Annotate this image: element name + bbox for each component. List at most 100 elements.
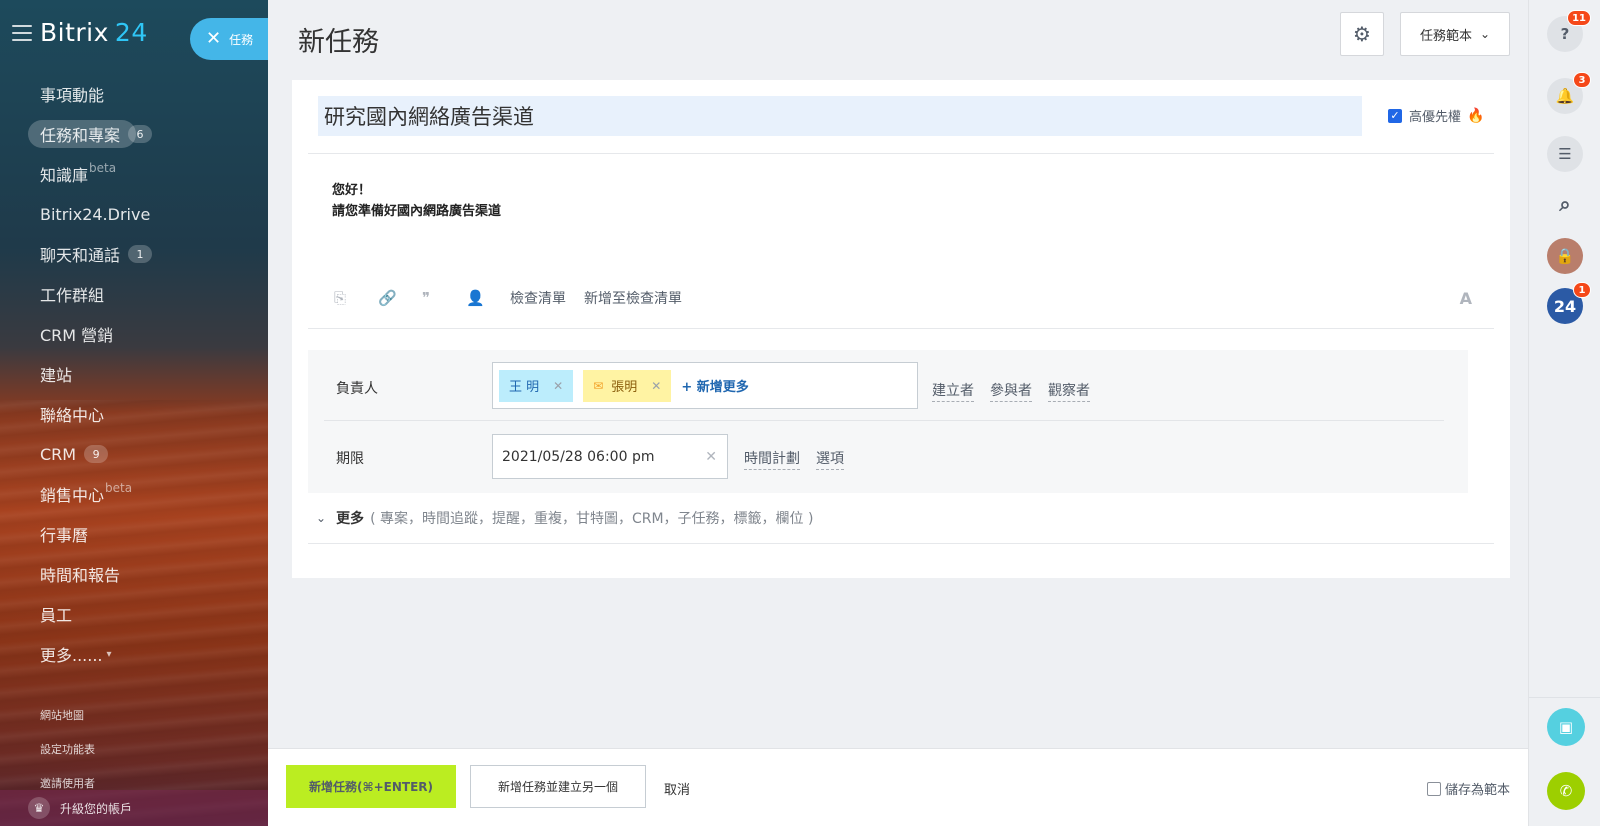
attach-file-icon[interactable]: ⎘	[334, 289, 378, 307]
link-icon[interactable]: 🔗	[378, 289, 422, 307]
assignee-chip[interactable]: 王 明 ✕	[499, 369, 574, 402]
sidebar-item-drive[interactable]: Bitrix24.Drive	[0, 194, 268, 234]
divider	[324, 420, 1444, 421]
assignee-name: 張明	[611, 380, 638, 395]
clear-icon[interactable]: ✕	[705, 449, 717, 465]
sidebar-item-label: 銷售中心	[40, 486, 105, 505]
sidebar-item-label: CRM	[40, 444, 77, 464]
editor-toolbar: ⎘ 🔗 ❞ 👤 檢查清單 新增至檢查清單 A	[334, 284, 1472, 312]
chevron-down-icon: ⌄	[1479, 27, 1491, 41]
more-label: 更多	[336, 511, 365, 527]
high-priority-toggle[interactable]: ✓ 高優先權 🔥	[1388, 106, 1484, 125]
sidebar-item-workgroups[interactable]: 工作群組	[0, 274, 268, 314]
role-links: 建立者 參與者 觀察者	[932, 380, 1106, 402]
help-button[interactable]: ? 11	[1547, 10, 1591, 52]
add-to-checklist-button[interactable]: 新增至檢查清單	[584, 288, 682, 308]
beta-tag: beta	[105, 481, 133, 495]
sidebar-item-sites[interactable]: 建站	[0, 354, 268, 394]
sidebar-item-label: 事項動能	[40, 86, 105, 105]
priority-label: 高優先權	[1409, 110, 1462, 125]
observers-link[interactable]: 觀察者	[1048, 380, 1090, 402]
question-icon: ?	[1560, 25, 1570, 43]
page-title: 新任務	[298, 27, 379, 58]
checklist-button[interactable]: 檢查清單	[510, 288, 566, 308]
sidebar-item-sales-center[interactable]: 銷售中心 beta	[0, 474, 268, 514]
menu-toggle-icon[interactable]	[12, 24, 32, 41]
sidebar-item-contact-center[interactable]: 聯絡中心	[0, 394, 268, 434]
gear-icon: ⚙	[1353, 22, 1371, 46]
quote-icon[interactable]: ❞	[422, 289, 466, 307]
sidebar-item-label: 聯絡中心	[40, 406, 105, 425]
task-description-editor[interactable]: 您好！ 請您準備好國內網路廣告渠道	[332, 180, 501, 222]
lock-button[interactable]: 🔒	[1547, 238, 1583, 274]
assignee-selector[interactable]: 王 明 ✕ ✉ 張明 ✕ + 新增更多	[492, 362, 918, 409]
cancel-button[interactable]: 取消	[664, 779, 690, 798]
sidebar-sub-links: 網站地圖 設定功能表 邀請使用者	[40, 698, 95, 800]
add-more-assignees-link[interactable]: + 新增更多	[681, 376, 748, 395]
sidebar-item-crm[interactable]: CRM 9	[0, 434, 268, 474]
right-rail: ? 11 🔔 3 ☰ ⌕ 🔒 24 1 ▣ ✆	[1528, 0, 1600, 826]
sidebar-item-label: 員工	[40, 606, 73, 625]
task-fields: 負責人 王 明 ✕ ✉ 張明 ✕ + 新增更多 建立者 參與者 觀察者 期限 2…	[308, 350, 1468, 493]
sidebar-item-label: CRM 營銷	[40, 326, 114, 345]
app-button[interactable]: ▣	[1547, 708, 1585, 746]
count-badge: 1	[128, 245, 153, 263]
chat-button[interactable]: ☰	[1547, 136, 1583, 172]
envelope-icon: ✉	[593, 378, 604, 393]
options-link[interactable]: 選項	[816, 448, 844, 470]
task-template-button[interactable]: 任務範本 ⌄	[1400, 12, 1510, 56]
count-badge: 9	[84, 445, 109, 463]
save-as-template-toggle[interactable]: 儲存為範本	[1426, 779, 1510, 798]
text-format-icon[interactable]: A	[1460, 289, 1472, 308]
sidebar-item-calendar[interactable]: 行事曆	[0, 514, 268, 554]
sidebar-item-crm-marketing[interactable]: CRM 營銷	[0, 314, 268, 354]
count-badge: 6	[128, 125, 153, 143]
bitrix24-button[interactable]: 24 1	[1547, 282, 1591, 324]
assignee-name: 王 明	[509, 380, 540, 395]
configure-menu-link[interactable]: 設定功能表	[40, 732, 95, 766]
sidebar-item-label: 任務和專案	[40, 126, 121, 145]
close-task-tab[interactable]: ✕ 任務	[190, 18, 268, 60]
task-title-input[interactable]: 研究國內網絡廣告渠道	[318, 96, 1362, 136]
sidebar-item-chat[interactable]: 聊天和通話 1	[0, 234, 268, 274]
sidebar-item-activity[interactable]: 事項動能	[0, 74, 268, 114]
task-form: 研究國內網絡廣告渠道 ✓ 高優先權 🔥 您好！ 請您準備好國內網路廣告渠道 ⎘ …	[292, 80, 1510, 578]
search-button[interactable]: ⌕	[1547, 186, 1583, 222]
sidebar-item-tasks[interactable]: 任務和專案 6	[0, 114, 268, 154]
more-fields-toggle[interactable]: ⌄ 更多 ( 專案，時間追蹤，提醒，重複，甘特圖，CRM，子任務，標籤，欄位 )	[316, 508, 813, 528]
sidebar-item-label: 知識庫	[40, 166, 89, 185]
sidebar-item-employees[interactable]: 員工	[0, 594, 268, 634]
logo[interactable]: Bitrix 24	[40, 18, 148, 47]
save-template-label: 儲存為範本	[1444, 783, 1510, 798]
call-button[interactable]: ✆	[1547, 772, 1585, 810]
crown-icon: ♛	[28, 797, 50, 819]
add-and-create-another-button[interactable]: 新增任務並建立另一個	[470, 765, 646, 808]
sidebar-item-knowledge[interactable]: 知識庫 beta	[0, 154, 268, 194]
deadline-links: 時間計劃 選項	[744, 448, 860, 470]
creator-link[interactable]: 建立者	[932, 380, 974, 402]
sidebar-item-label: 時間和報告	[40, 566, 121, 585]
beta-tag: beta	[89, 161, 117, 175]
chevron-down-icon: ⌄	[316, 511, 327, 525]
mention-user-icon[interactable]: 👤	[466, 289, 510, 307]
save-template-checkbox[interactable]	[1426, 781, 1441, 796]
remove-icon[interactable]: ✕	[553, 379, 563, 393]
assignee-chip[interactable]: ✉ 張明 ✕	[583, 369, 672, 402]
settings-button[interactable]: ⚙	[1340, 12, 1384, 56]
assignee-label: 負責人	[336, 381, 378, 397]
remove-icon[interactable]: ✕	[651, 379, 661, 393]
sidebar-item-more[interactable]: 更多...... ▾	[0, 634, 268, 674]
priority-checkbox[interactable]: ✓	[1388, 108, 1402, 123]
sidebar-item-time-reports[interactable]: 時間和報告	[0, 554, 268, 594]
form-footer: 新增任務(⌘+ENTER) 新增任務並建立另一個 取消 儲存為範本	[268, 748, 1528, 826]
upgrade-label: 升級您的帳戶	[60, 801, 133, 816]
add-task-button[interactable]: 新增任務(⌘+ENTER)	[286, 765, 456, 808]
chat-icon: ☰	[1558, 145, 1572, 163]
sitemap-link[interactable]: 網站地圖	[40, 698, 95, 732]
notifications-button[interactable]: 🔔 3	[1547, 72, 1591, 114]
sidebar-item-label: 聊天和通話	[40, 246, 121, 265]
participants-link[interactable]: 參與者	[990, 380, 1032, 402]
upgrade-account-button[interactable]: ♛ 升級您的帳戶	[0, 790, 268, 826]
deadline-input[interactable]: 2021/05/28 06:00 pm ✕	[492, 434, 728, 479]
time-planning-link[interactable]: 時間計劃	[744, 448, 800, 470]
